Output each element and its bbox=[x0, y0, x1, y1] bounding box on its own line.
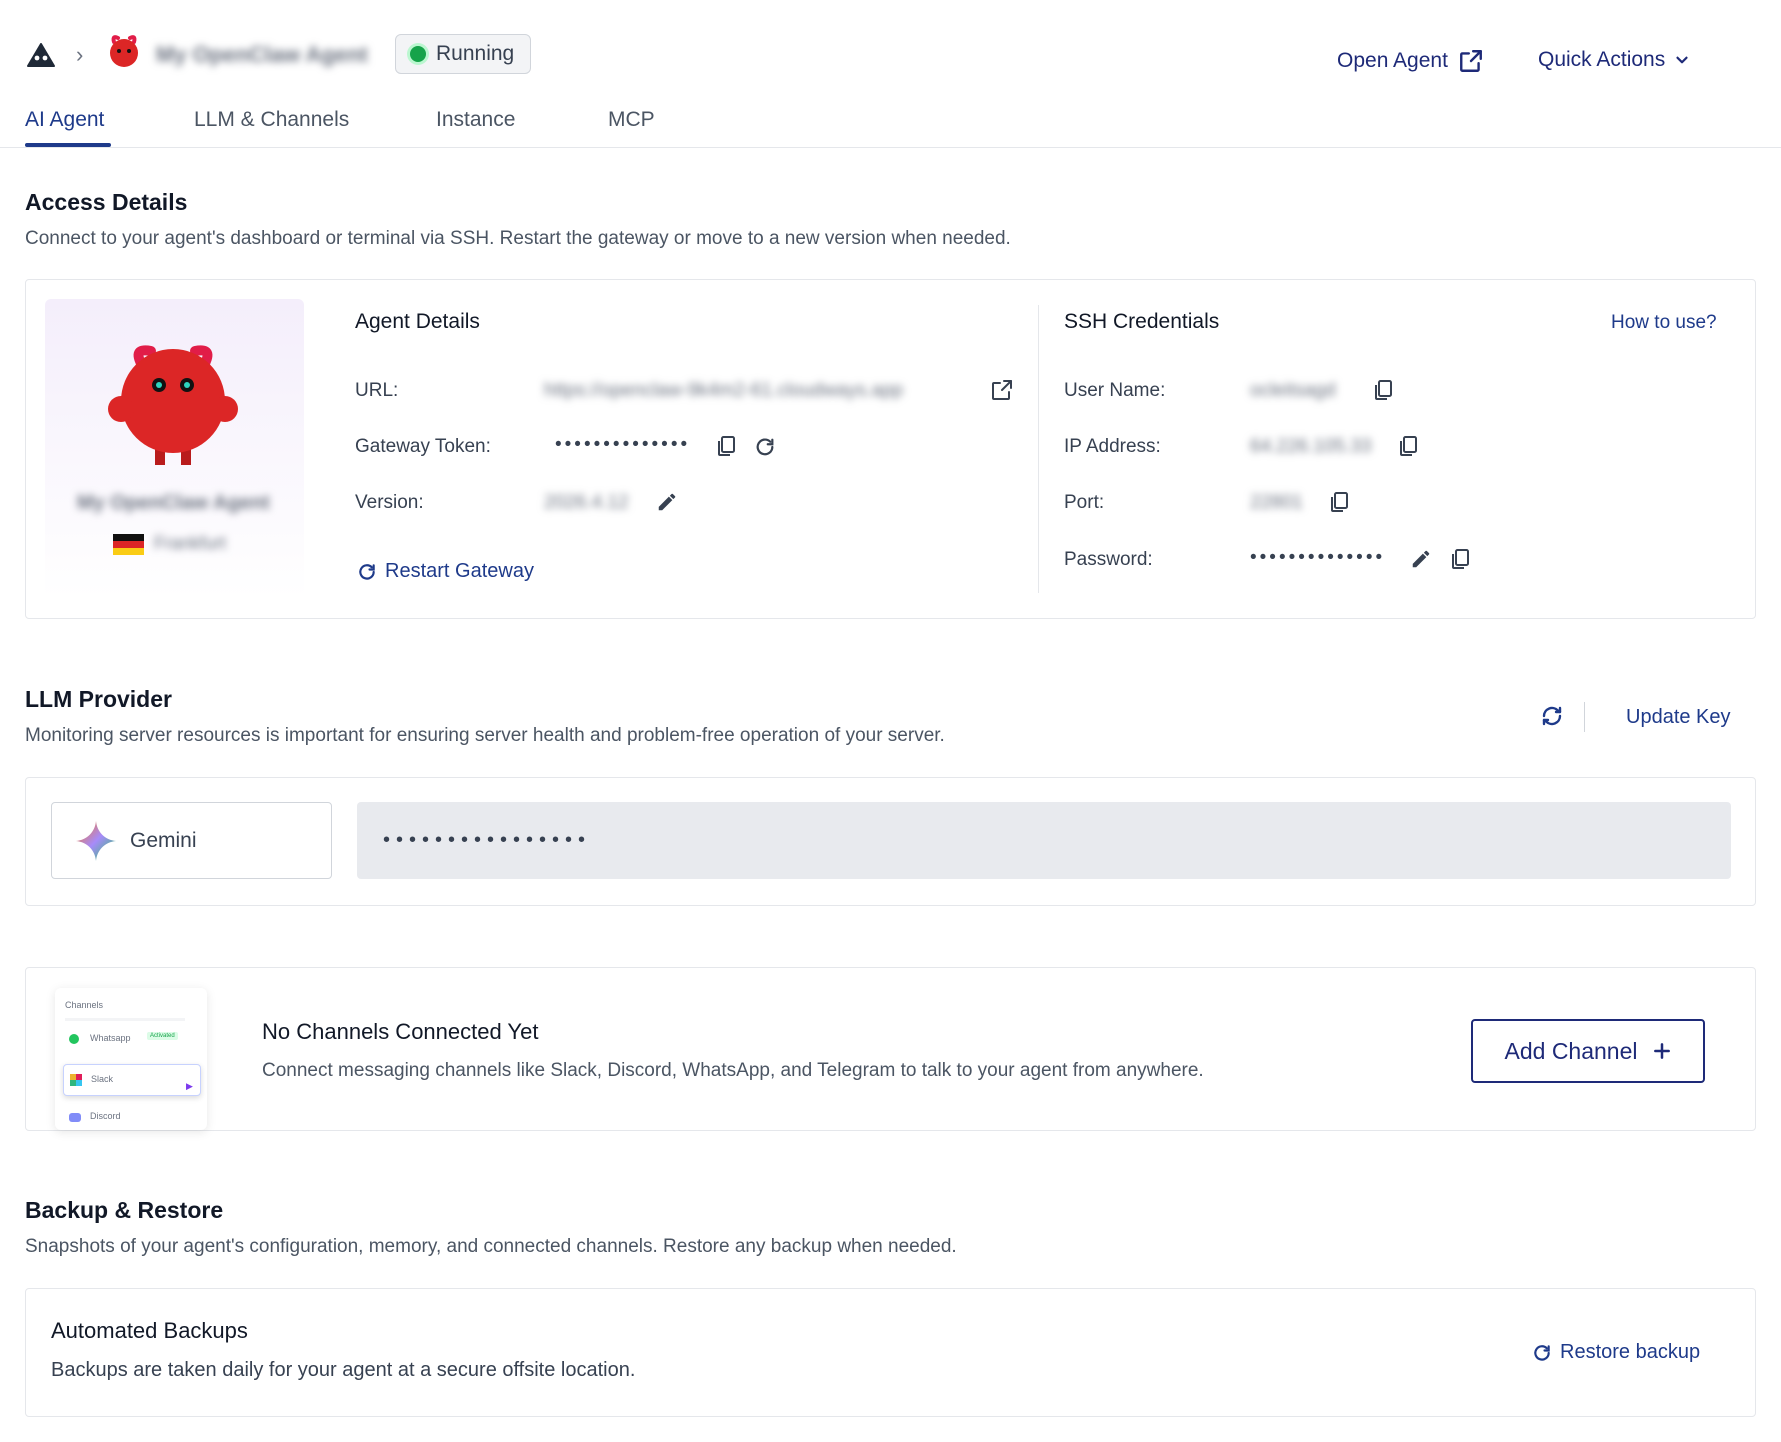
open-url-icon[interactable] bbox=[990, 378, 1014, 402]
copy-token-icon[interactable] bbox=[714, 434, 738, 458]
ip-label: IP Address: bbox=[1064, 436, 1161, 457]
no-channels-title: No Channels Connected Yet bbox=[262, 1019, 539, 1044]
open-agent-button[interactable]: Open Agent bbox=[1337, 48, 1484, 74]
url-value[interactable]: https://openclaw-9k4m2-61.cloudways.app bbox=[544, 380, 964, 402]
preview-slack-row: Slack ▶ bbox=[63, 1064, 201, 1096]
provider-name: Gemini bbox=[130, 828, 197, 852]
sync-icon[interactable] bbox=[1540, 704, 1564, 728]
restart-gateway-label: Restart Gateway bbox=[385, 560, 534, 582]
update-key-divider bbox=[1584, 702, 1585, 732]
ssh-credentials-title: SSH Credentials bbox=[1064, 310, 1220, 333]
gemini-icon bbox=[76, 820, 116, 861]
gateway-token-value: •••••••••••••• bbox=[555, 434, 691, 455]
port-value: 22801 bbox=[1250, 492, 1303, 513]
status-text: Running bbox=[436, 42, 515, 65]
restart-gateway-button[interactable]: Restart Gateway bbox=[357, 560, 534, 583]
panel-divider bbox=[1038, 305, 1039, 593]
quick-actions-dropdown[interactable]: Quick Actions bbox=[1538, 48, 1691, 72]
quick-actions-label: Quick Actions bbox=[1538, 48, 1666, 71]
how-to-use-link[interactable]: How to use? bbox=[1611, 312, 1717, 334]
password-value: •••••••••••••• bbox=[1250, 547, 1386, 568]
no-channels-subtitle: Connect messaging channels like Slack, D… bbox=[262, 1060, 1204, 1081]
llm-provider-title: LLM Provider bbox=[25, 686, 172, 712]
slack-icon bbox=[70, 1074, 82, 1086]
username-label: User Name: bbox=[1064, 380, 1166, 401]
tab-llm-channels[interactable]: LLM & Channels bbox=[194, 108, 349, 132]
preview-divider bbox=[65, 1018, 185, 1021]
llm-provider-subtitle: Monitoring server resources is important… bbox=[25, 725, 945, 746]
edit-password-icon[interactable] bbox=[1410, 548, 1432, 570]
tab-mcp[interactable]: MCP bbox=[608, 108, 655, 132]
chevron-down-icon bbox=[1676, 56, 1688, 64]
automated-backups-text: Backups are taken daily for your agent a… bbox=[51, 1359, 636, 1381]
external-link-icon bbox=[1459, 50, 1482, 72]
agent-tile bbox=[45, 299, 304, 599]
api-key-field[interactable]: •••••••••••••••• bbox=[357, 802, 1731, 879]
access-details-subtitle: Connect to your agent's dashboard or ter… bbox=[25, 228, 1011, 249]
access-details-title: Access Details bbox=[25, 189, 188, 215]
update-key-button[interactable]: Update Key bbox=[1626, 706, 1731, 729]
agent-logo-icon[interactable] bbox=[26, 42, 56, 68]
copy-port-icon[interactable] bbox=[1327, 490, 1351, 514]
cursor-icon: ▶ bbox=[186, 1081, 193, 1091]
automated-backups-title: Automated Backups bbox=[51, 1318, 248, 1343]
status-dot-icon bbox=[410, 46, 426, 62]
password-label: Password: bbox=[1064, 549, 1153, 570]
add-channel-label: Add Channel bbox=[1504, 1037, 1638, 1064]
port-label: Port: bbox=[1064, 492, 1105, 513]
copy-password-icon[interactable] bbox=[1448, 547, 1472, 571]
tab-ai-agent[interactable]: AI Agent bbox=[25, 108, 104, 132]
discord-icon bbox=[69, 1113, 81, 1122]
automated-backups-card bbox=[25, 1288, 1756, 1417]
germany-flag-icon bbox=[113, 534, 144, 555]
agent-mascot-icon bbox=[108, 345, 238, 465]
plus-icon bbox=[1653, 1043, 1670, 1059]
channels-preview-illustration: Channels Whatsapp Activated Slack ▶ Disc… bbox=[55, 988, 207, 1130]
username-value: ocleitsagd bbox=[1250, 380, 1336, 401]
copy-username-icon[interactable] bbox=[1371, 378, 1395, 402]
preview-item-whatsapp: Whatsapp bbox=[90, 1033, 131, 1043]
restart-icon bbox=[359, 563, 375, 580]
preview-item-discord: Discord bbox=[90, 1111, 121, 1121]
agent-avatar bbox=[104, 32, 144, 72]
version-label: Version: bbox=[355, 492, 424, 513]
ip-value: 64.226.105.33 bbox=[1250, 436, 1372, 457]
tile-location: Frankfurt bbox=[154, 533, 227, 553]
tile-agent-name: My OpenClaw Agent bbox=[77, 492, 270, 514]
tab-divider bbox=[0, 147, 1781, 148]
version-value: 2026.4.12 bbox=[544, 492, 629, 513]
status-badge: Running bbox=[395, 34, 532, 74]
add-channel-button[interactable]: Add Channel bbox=[1471, 1019, 1705, 1083]
restore-backup-label: Restore backup bbox=[1560, 1341, 1701, 1363]
preview-activated-badge: Activated bbox=[147, 1032, 178, 1040]
breadcrumb-chevron-icon: › bbox=[76, 42, 84, 67]
breadcrumb-agent-name[interactable]: My OpenClaw Agent bbox=[156, 42, 368, 68]
copy-ip-icon[interactable] bbox=[1396, 434, 1420, 458]
restore-backup-button[interactable]: Restore backup bbox=[1532, 1341, 1700, 1364]
whatsapp-icon bbox=[69, 1034, 79, 1044]
gateway-token-label: Gateway Token: bbox=[355, 436, 491, 457]
backup-restore-title: Backup & Restore bbox=[25, 1197, 224, 1223]
agent-details-title: Agent Details bbox=[355, 310, 480, 333]
preview-item-slack: Slack bbox=[91, 1074, 114, 1084]
edit-version-icon[interactable] bbox=[656, 491, 678, 513]
restore-icon bbox=[1534, 1344, 1550, 1361]
preview-heading: Channels bbox=[65, 1000, 104, 1010]
open-agent-label: Open Agent bbox=[1337, 49, 1448, 72]
tab-instance[interactable]: Instance bbox=[436, 108, 515, 132]
regenerate-token-icon[interactable] bbox=[754, 436, 776, 458]
url-label: URL: bbox=[355, 380, 399, 401]
provider-select[interactable]: Gemini bbox=[51, 802, 332, 879]
backup-restore-subtitle: Snapshots of your agent's configuration,… bbox=[25, 1236, 957, 1257]
